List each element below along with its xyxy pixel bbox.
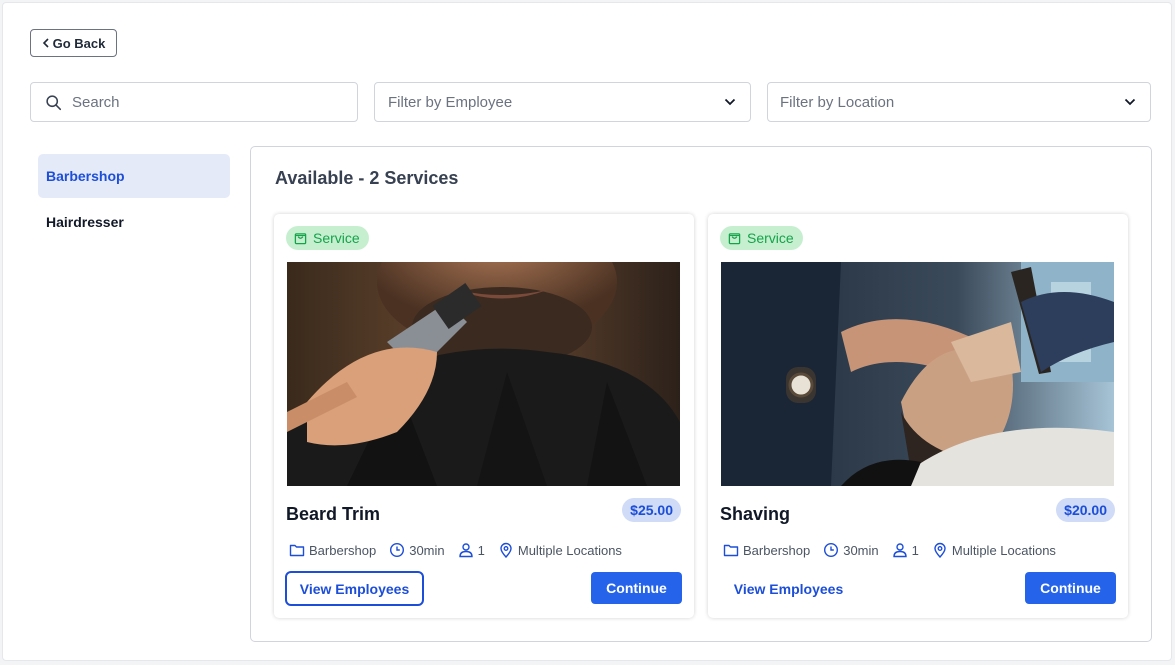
shaving-photo <box>721 262 1114 486</box>
service-card: Service <box>708 214 1128 618</box>
sidebar-item-hairdresser[interactable]: Hairdresser <box>38 200 230 244</box>
continue-button[interactable]: Continue <box>1025 572 1116 604</box>
sidebar-item-label: Barbershop <box>46 168 125 184</box>
service-capacity: 1 <box>911 542 919 558</box>
service-capacity: 1 <box>477 542 485 558</box>
sidebar-item-label: Hairdresser <box>46 214 124 230</box>
chevron-down-icon <box>724 98 736 106</box>
view-employees-button[interactable]: View Employees <box>285 571 424 606</box>
shopping-bag-icon <box>728 232 741 244</box>
sidebar-item-barbershop[interactable]: Barbershop <box>38 154 230 198</box>
service-location: Multiple Locations <box>951 542 1056 558</box>
service-meta: Barbershop 30min 1 Multiple Locations <box>723 542 1069 558</box>
location-filter-placeholder: Filter by Location <box>780 93 895 111</box>
service-badge-label: Service <box>747 230 794 246</box>
search-icon <box>46 94 62 110</box>
clock-icon <box>390 542 405 558</box>
services-panel: Available - 2 Services Service Beard Tri… <box>250 146 1152 642</box>
service-badge-label: Service <box>313 230 360 246</box>
category-sidebar: Barbershop Hairdresser <box>38 154 230 246</box>
service-badge: Service <box>720 226 803 250</box>
price-badge: $25.00 <box>622 498 681 522</box>
shopping-bag-icon <box>294 232 307 244</box>
continue-button[interactable]: Continue <box>591 572 682 604</box>
location-pin-icon <box>500 542 512 558</box>
service-category: Barbershop <box>743 542 811 558</box>
user-icon <box>458 543 473 558</box>
app-frame: Go Back Filter by Employee Filter by Loc… <box>2 2 1172 661</box>
clock-icon <box>824 542 839 558</box>
search-input[interactable] <box>72 93 332 111</box>
view-employees-button[interactable]: View Employees <box>719 571 858 606</box>
location-pin-icon <box>934 542 946 558</box>
price-badge: $20.00 <box>1056 498 1115 522</box>
go-back-label: Go Back <box>52 35 106 51</box>
user-icon <box>892 543 907 558</box>
service-name: Shaving <box>720 504 791 524</box>
search-box[interactable] <box>30 82 358 122</box>
page-title: Available - 2 Services <box>275 168 459 188</box>
employee-filter-select[interactable]: Filter by Employee <box>374 82 751 122</box>
location-filter-select[interactable]: Filter by Location <box>767 82 1151 122</box>
go-back-button[interactable]: Go Back <box>30 29 117 57</box>
service-name: Beard Trim <box>286 504 381 524</box>
service-duration: 30min <box>843 542 879 558</box>
service-card: Service <box>274 214 694 618</box>
service-badge: Service <box>286 226 369 250</box>
chevron-left-icon <box>42 38 49 48</box>
service-location: Multiple Locations <box>517 542 622 558</box>
service-duration: 30min <box>409 542 445 558</box>
folder-icon <box>723 544 739 557</box>
employee-filter-placeholder: Filter by Employee <box>388 93 513 111</box>
folder-icon <box>289 544 305 557</box>
service-category: Barbershop <box>309 542 377 558</box>
beard-trim-photo <box>287 262 680 486</box>
service-meta: Barbershop 30min 1 Multiple Locations <box>289 542 635 558</box>
chevron-down-icon <box>1124 98 1136 106</box>
